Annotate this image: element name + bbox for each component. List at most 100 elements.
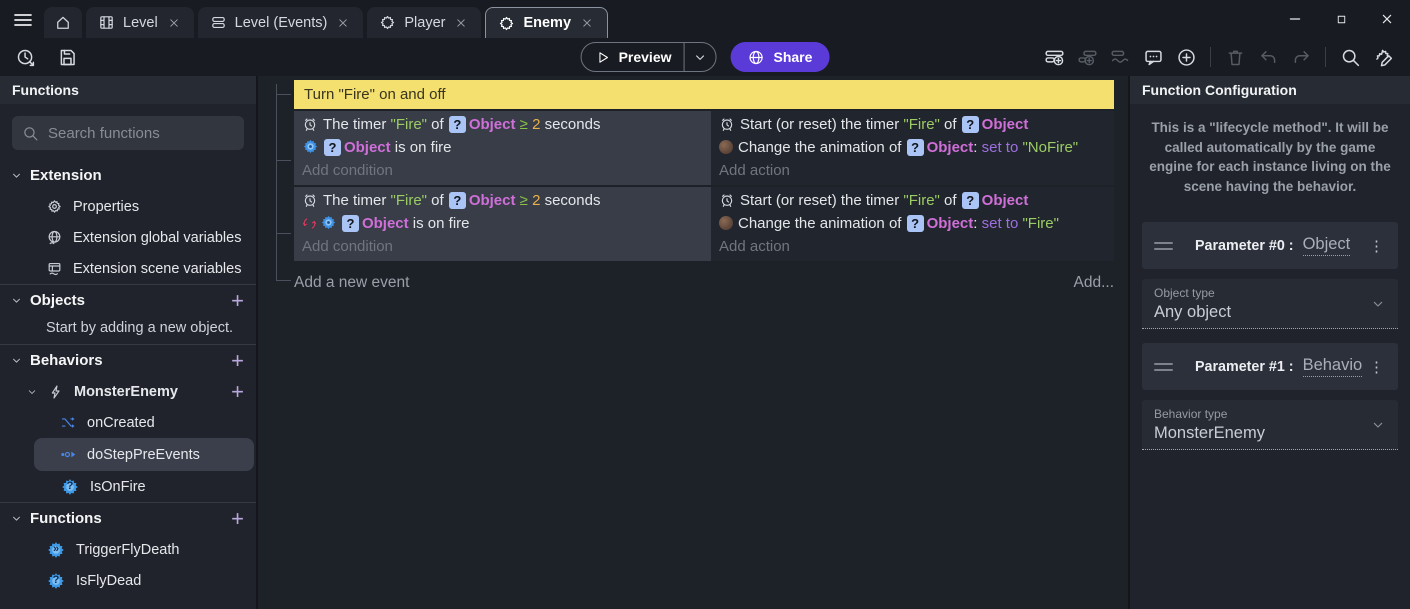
sidebar-section-header-behaviors[interactable]: Behaviors+ xyxy=(0,345,256,376)
condition-sentence[interactable]: The timer "Fire" of ?Object ≥ 2 seconds xyxy=(302,113,703,136)
close-tab-icon[interactable] xyxy=(166,15,182,31)
edit-extension-button[interactable] xyxy=(1370,44,1396,70)
close-tab-icon[interactable] xyxy=(453,15,469,31)
item-label: Properties xyxy=(73,199,139,215)
tab-home[interactable] xyxy=(44,7,82,38)
sidebar-item-dosteppreevents[interactable]: doStepPreEvents xyxy=(34,438,254,471)
search-icon xyxy=(1340,47,1361,68)
kebab-menu-icon[interactable]: ⋮ xyxy=(1367,237,1386,255)
parameter-name-input[interactable]: Behavio xyxy=(1303,356,1363,377)
event-tree-tick xyxy=(276,94,291,95)
minimize-window-button[interactable] xyxy=(1272,0,1318,38)
add-new-event-link[interactable]: Add a new event xyxy=(294,274,409,292)
search-functions-box[interactable] xyxy=(12,116,244,150)
add-behaviors-button[interactable]: + xyxy=(231,351,244,371)
kebab-menu-icon[interactable]: ⋮ xyxy=(1367,358,1386,376)
share-button[interactable]: Share xyxy=(731,42,830,72)
save-button[interactable] xyxy=(54,44,80,70)
parameter-card-1: Parameter #1 :Behavio⋮ xyxy=(1142,343,1398,390)
add-functions-button[interactable]: + xyxy=(231,509,244,529)
add-circle-button[interactable] xyxy=(1173,44,1199,70)
event-row: The timer "Fire" of ?Object ≥ 2 seconds?… xyxy=(294,111,1114,185)
add-more-link[interactable]: Add... xyxy=(1074,274,1115,292)
condition-sentence[interactable]: The timer "Fire" of ?Object ≥ 2 seconds xyxy=(302,189,703,212)
object-parameter-badge: ? xyxy=(962,116,979,133)
film-icon xyxy=(98,14,115,31)
behavior-group-monsterenemy[interactable]: MonsterEnemy+ xyxy=(0,376,256,407)
sidebar-item-extension global variables[interactable]: Extension global variables xyxy=(0,222,256,253)
tab-enemy[interactable]: Enemy xyxy=(485,7,608,38)
sidebar-item-isonfire[interactable]: ?IsOnFire xyxy=(0,471,256,502)
conditions-cell[interactable]: The timer "Fire" of ?Object ≥ 2 seconds?… xyxy=(294,187,711,261)
object-type-dropdown[interactable]: Object typeAny object xyxy=(1142,279,1398,329)
tab-level-events-[interactable]: Level (Events) xyxy=(198,7,364,38)
action-sentence[interactable]: Change the animation of ?Object: set to … xyxy=(719,136,1106,159)
sentence-segment: Change the animation of xyxy=(738,215,906,232)
undo-button[interactable] xyxy=(1255,44,1281,70)
sidebar-section-header-objects[interactable]: Objects+ xyxy=(0,285,256,316)
field-value: MonsterEnemy xyxy=(1154,424,1386,443)
tab-player[interactable]: Player xyxy=(367,7,481,38)
redo-button[interactable] xyxy=(1288,44,1314,70)
add-action-link[interactable]: Add action xyxy=(719,235,1106,258)
maximize-window-button[interactable] xyxy=(1318,0,1364,38)
add-objects-button[interactable]: + xyxy=(231,291,244,311)
add-event-button[interactable] xyxy=(1041,44,1067,70)
add-link-event-button[interactable] xyxy=(1107,44,1133,70)
drag-handle[interactable] xyxy=(1154,363,1173,371)
functions-sidebar: Functions ExtensionPropertiesExtension g… xyxy=(0,76,258,609)
event-comment[interactable]: Turn "Fire" on and off xyxy=(294,80,1114,109)
chevron-down-icon xyxy=(693,50,708,65)
sidebar-section-behaviors: Behaviors+MonsterEnemy+ onCreated doStepPr… xyxy=(0,344,256,502)
sentence-segment: of xyxy=(427,116,448,133)
behavior-type-dropdown[interactable]: Behavior typeMonsterEnemy xyxy=(1142,400,1398,450)
tab-level[interactable]: Level xyxy=(86,7,194,38)
history-button[interactable] xyxy=(12,44,38,70)
sidebar-item-oncreated[interactable]: onCreated xyxy=(0,407,256,438)
search-functions-input[interactable] xyxy=(48,125,218,142)
preview-dropdown-button[interactable] xyxy=(684,43,716,71)
sidebar-item-triggerflydeath[interactable]: »TriggerFlyDeath xyxy=(0,534,256,565)
comment-button[interactable] xyxy=(1140,44,1166,70)
action-sentence[interactable]: Start (or reset) the timer "Fire" of ?Ob… xyxy=(719,189,1106,212)
item-label: onCreated xyxy=(87,415,155,431)
condition-sentence[interactable]: ?Object is on fire xyxy=(302,136,703,159)
add-condition-link[interactable]: Add condition xyxy=(302,159,703,182)
conditions-cell[interactable]: The timer "Fire" of ?Object ≥ 2 seconds?… xyxy=(294,111,711,185)
add-subevent-button[interactable] xyxy=(1074,44,1100,70)
close-tab-icon[interactable] xyxy=(335,15,351,31)
sidebar-item-properties[interactable]: Properties xyxy=(0,191,256,222)
trash-button[interactable] xyxy=(1222,44,1248,70)
actions-cell[interactable]: Start (or reset) the timer "Fire" of ?Ob… xyxy=(711,111,1114,185)
sidebar-section-header-extension[interactable]: Extension xyxy=(0,160,256,191)
condition-sentence[interactable]: ?Object is on fire xyxy=(302,212,703,235)
undo-icon xyxy=(1258,47,1279,68)
add-action-link[interactable]: Add action xyxy=(719,159,1106,182)
sidebar-item-isflydead[interactable]: ?IsFlyDead xyxy=(0,565,256,596)
preview-button-main[interactable]: Preview xyxy=(582,43,684,71)
preview-button[interactable]: Preview xyxy=(581,42,717,72)
action-sentence[interactable]: Start (or reset) the timer "Fire" of ?Ob… xyxy=(719,113,1106,136)
hamburger-menu-icon[interactable] xyxy=(10,7,36,33)
parameter-name-input[interactable]: Object xyxy=(1303,235,1351,256)
chevron-down-icon[interactable] xyxy=(26,386,38,398)
item-label: doStepPreEvents xyxy=(87,447,200,463)
preview-label: Preview xyxy=(619,49,672,65)
close-window-button[interactable] xyxy=(1364,0,1410,38)
add-function-to-behavior-button[interactable]: + xyxy=(231,379,244,405)
action-sentence[interactable]: Change the animation of ?Object: set to … xyxy=(719,212,1106,235)
toolbar-divider xyxy=(1210,47,1211,67)
add-condition-link[interactable]: Add condition xyxy=(302,235,703,258)
close-tab-icon[interactable] xyxy=(579,15,595,31)
chevron-down-icon xyxy=(10,354,23,367)
tab-bar: LevelLevel (Events)PlayerEnemy xyxy=(0,0,1410,38)
actions-cell[interactable]: Start (or reset) the timer "Fire" of ?Ob… xyxy=(711,187,1114,261)
sidebar-section-header-functions[interactable]: Functions+ xyxy=(0,503,256,534)
behavior-icon xyxy=(302,138,319,155)
drag-handle[interactable] xyxy=(1154,242,1173,250)
sidebar-item-extension scene variables[interactable]: Extension scene variables xyxy=(0,253,256,284)
search-button[interactable] xyxy=(1337,44,1363,70)
sentence-segment: ≥ xyxy=(516,116,533,133)
object-parameter-badge: ? xyxy=(449,192,466,209)
sentence-segment: "Fire" xyxy=(391,116,427,133)
